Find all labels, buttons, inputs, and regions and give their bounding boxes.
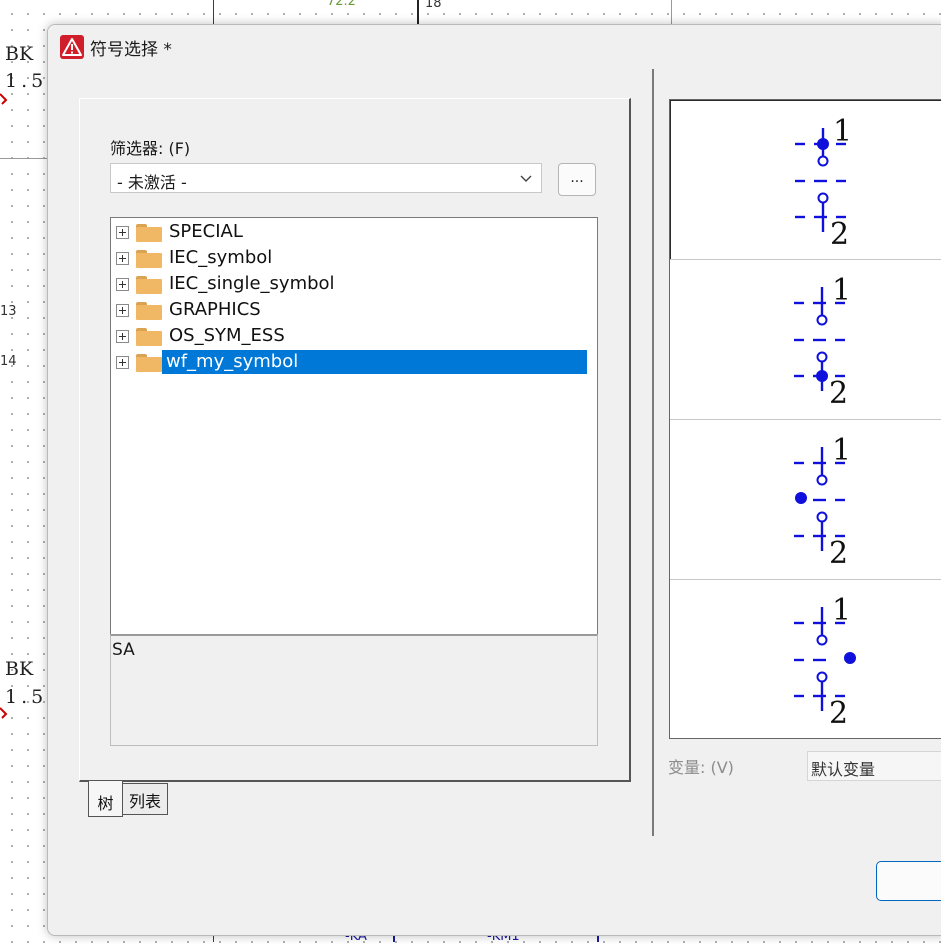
grid-line-h xyxy=(0,158,48,159)
bg-label-size-2: 1.5 xyxy=(5,686,48,708)
pane-divider[interactable] xyxy=(652,69,654,836)
bg-col-18: 18 xyxy=(425,0,442,11)
terminal-label-top: 1 xyxy=(833,114,852,149)
symbol-variant-2[interactable]: 1 2 xyxy=(670,260,941,420)
filter-dropdown[interactable]: - 未激活 - xyxy=(110,163,542,193)
tree-item-label: IEC_symbol xyxy=(169,247,273,268)
terminal-label-top: 1 xyxy=(832,273,851,308)
terminal-label-bottom: 2 xyxy=(829,536,848,571)
chevron-down-icon xyxy=(519,168,533,192)
warning-app-icon xyxy=(60,35,84,59)
tree-item-label: SPECIAL xyxy=(169,221,243,242)
wire-red-top xyxy=(213,0,214,26)
switch-symbol-icon: 1 2 xyxy=(794,273,851,411)
expand-icon[interactable] xyxy=(116,226,129,239)
bg-row-14: 14 xyxy=(0,354,17,369)
red-arrow-icon xyxy=(0,93,8,105)
tree-item-label: IEC_single_symbol xyxy=(169,273,335,294)
tree-item-wf-my-symbol[interactable]: wf_my_symbol xyxy=(116,350,596,374)
terminal-label-top: 1 xyxy=(832,433,851,468)
symbol-preview-list[interactable]: 1 2 1 2 1 2 1 2 xyxy=(669,99,941,739)
terminal-label-top: 1 xyxy=(832,593,851,628)
variant-field[interactable]: 默认变量 xyxy=(807,751,941,781)
filter-more-button[interactable]: ... xyxy=(558,163,596,196)
filter-label: 筛选器: (F) xyxy=(110,139,191,158)
expand-icon[interactable] xyxy=(116,252,129,265)
symbol-selection-dialog: 符号选择 * 筛选器: (F) - 未激活 - ... SPECIAL IEC_… xyxy=(47,24,941,936)
tree-item-label: wf_my_symbol xyxy=(162,350,587,374)
switch-symbol-icon: 1 2 xyxy=(794,433,851,571)
tree-item-iec-single-symbol[interactable]: IEC_single_symbol xyxy=(116,272,596,296)
terminal-label-bottom: 2 xyxy=(830,217,849,252)
terminal-label-bottom: 2 xyxy=(829,376,848,411)
filter-value: - 未激活 - xyxy=(117,173,187,192)
tree-item-special[interactable]: SPECIAL xyxy=(116,220,596,244)
description-box: SA xyxy=(110,634,598,746)
symbol-library-tree[interactable]: SPECIAL IEC_symbol IEC_single_symbol GRA… xyxy=(110,217,598,635)
bg-coord: 72.2 xyxy=(327,0,356,9)
symbol-variant-3[interactable]: 1 2 xyxy=(670,420,941,580)
tree-item-os-sym-ess[interactable]: OS_SYM_ESS xyxy=(116,324,596,348)
expand-icon[interactable] xyxy=(116,278,129,291)
variant-label: 变量: (V) xyxy=(668,758,734,777)
folder-icon xyxy=(136,302,162,320)
bg-label-bk-2: BK xyxy=(5,658,34,680)
wire-dark-top xyxy=(417,0,419,26)
symbol-variant-4[interactable]: 1 2 xyxy=(670,580,941,740)
tree-item-graphics[interactable]: GRAPHICS xyxy=(116,298,596,322)
expand-icon[interactable] xyxy=(116,304,129,317)
title-bar[interactable]: 符号选择 * xyxy=(48,25,941,69)
expand-icon[interactable] xyxy=(116,330,129,343)
switch-symbol-icon: 1 2 xyxy=(794,593,856,731)
switch-symbol-icon: 1 2 xyxy=(795,114,852,252)
tab-tree[interactable]: 树 xyxy=(88,781,123,817)
expand-icon[interactable] xyxy=(116,356,129,369)
symbol-variant-1[interactable]: 1 2 xyxy=(670,100,941,260)
terminal-label-bottom: 2 xyxy=(829,696,848,731)
tree-item-iec-symbol[interactable]: IEC_symbol xyxy=(116,246,596,270)
folder-icon xyxy=(136,276,162,294)
bg-label-size-1: 1.5 xyxy=(5,70,48,92)
red-arrow-icon xyxy=(0,707,8,719)
grid-line-top xyxy=(671,0,672,26)
folder-icon xyxy=(136,250,162,268)
tab-list[interactable]: 列表 xyxy=(122,783,168,815)
tree-item-label: GRAPHICS xyxy=(169,299,261,320)
folder-icon xyxy=(136,328,162,346)
folder-icon xyxy=(136,224,162,242)
ok-button[interactable] xyxy=(876,861,941,901)
bg-row-13: 13 xyxy=(0,304,17,319)
folder-icon xyxy=(136,354,162,372)
tree-item-label: OS_SYM_ESS xyxy=(169,325,285,346)
dialog-title: 符号选择 * xyxy=(90,40,172,60)
description-text: SA xyxy=(112,640,135,660)
variant-value: 默认变量 xyxy=(811,760,876,779)
bg-label-bk-1: BK xyxy=(5,43,34,65)
